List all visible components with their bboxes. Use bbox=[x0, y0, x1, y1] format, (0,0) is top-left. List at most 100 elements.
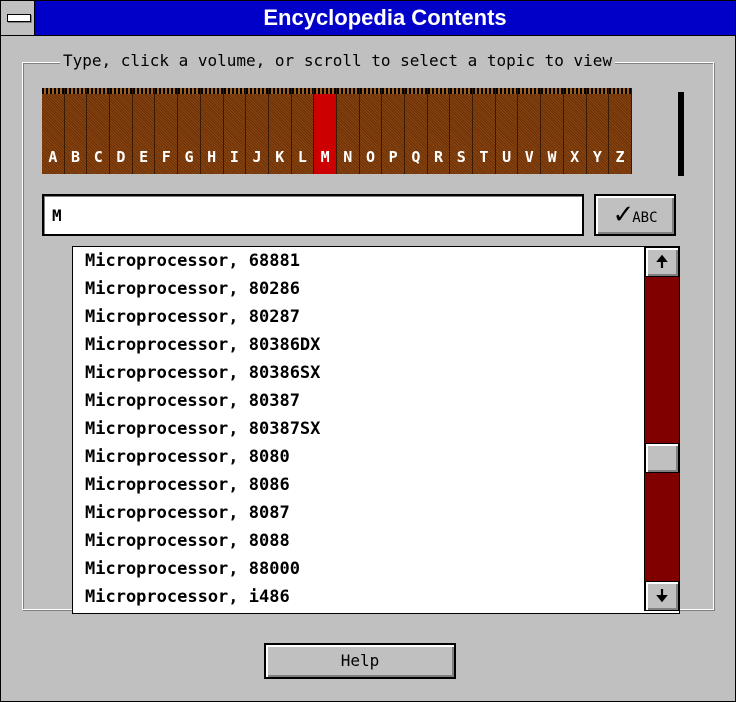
scroll-thumb[interactable] bbox=[645, 443, 679, 473]
volume-letter: R bbox=[434, 148, 444, 166]
volume-letter: W bbox=[547, 148, 557, 166]
volume-d[interactable]: D bbox=[110, 88, 133, 174]
spell-check-button[interactable]: ✓ ABC bbox=[594, 194, 676, 236]
list-item[interactable]: Microprocessor, 80387 bbox=[73, 387, 643, 415]
topic-search-input[interactable]: M bbox=[42, 194, 584, 236]
list-item[interactable]: Microprocessor, 88000 bbox=[73, 555, 643, 583]
volume-j[interactable]: J bbox=[246, 88, 269, 174]
volume-letter: I bbox=[229, 148, 239, 166]
volume-letter: N bbox=[343, 148, 353, 166]
title-bar[interactable]: Encyclopedia Contents bbox=[1, 1, 735, 36]
volume-g[interactable]: G bbox=[178, 88, 201, 174]
volume-x[interactable]: X bbox=[563, 88, 587, 174]
volume-letter: Y bbox=[592, 148, 602, 166]
volume-letter: K bbox=[275, 148, 285, 166]
volume-top-edge bbox=[223, 88, 246, 94]
list-item[interactable]: Microprocessor, 80287 bbox=[73, 303, 643, 331]
volume-v[interactable]: V bbox=[518, 88, 542, 174]
arrow-up-icon: 🠉 bbox=[655, 252, 669, 271]
volume-e[interactable]: E bbox=[132, 88, 156, 174]
volume-top-edge bbox=[518, 88, 541, 94]
volume-top-edge bbox=[314, 88, 336, 94]
volume-letter: U bbox=[502, 148, 512, 166]
volume-a[interactable]: A bbox=[42, 88, 65, 174]
volume-letter: S bbox=[456, 148, 466, 166]
list-item[interactable]: Microprocessor, i486 bbox=[73, 583, 643, 611]
volume-letter: X bbox=[570, 148, 580, 166]
volume-letter: O bbox=[365, 148, 375, 166]
arrow-down-icon: 🠋 bbox=[655, 586, 669, 605]
list-item[interactable]: Microprocessor, 80387SX bbox=[73, 415, 643, 443]
volume-letter: C bbox=[93, 148, 103, 166]
system-menu-icon bbox=[7, 14, 31, 22]
volume-t[interactable]: T bbox=[473, 88, 496, 174]
volume-b[interactable]: B bbox=[64, 88, 88, 174]
volume-w[interactable]: W bbox=[541, 88, 564, 174]
volume-top-edge bbox=[563, 88, 586, 94]
volume-top-edge bbox=[450, 88, 473, 94]
vertical-scrollbar[interactable]: 🠉 🠋 bbox=[644, 247, 679, 611]
volume-n[interactable]: N bbox=[336, 88, 360, 174]
volume-top-edge bbox=[359, 88, 382, 94]
volume-letter: M bbox=[320, 148, 330, 166]
list-item[interactable]: Microprocessor, 8088 bbox=[73, 527, 643, 555]
volume-u[interactable]: U bbox=[495, 88, 519, 174]
volume-top-edge bbox=[291, 88, 314, 94]
volume-letter: J bbox=[252, 148, 262, 166]
volume-h[interactable]: H bbox=[200, 88, 224, 174]
list-item[interactable]: Microprocessor, 8086 bbox=[73, 471, 643, 499]
list-item[interactable]: Microprocessor, 80386SX bbox=[73, 359, 643, 387]
volume-letter: B bbox=[71, 148, 81, 166]
volume-top-edge bbox=[132, 88, 155, 94]
volume-top-edge bbox=[405, 88, 427, 94]
instructions-label: Type, click a volume, or scroll to selec… bbox=[60, 50, 616, 72]
volume-l[interactable]: L bbox=[291, 88, 315, 174]
volume-top-edge bbox=[427, 88, 450, 94]
volume-top-edge bbox=[268, 88, 291, 94]
volume-q[interactable]: Q bbox=[405, 88, 428, 174]
volume-top-edge bbox=[609, 88, 631, 94]
volume-k[interactable]: K bbox=[268, 88, 292, 174]
volume-letter: G bbox=[184, 148, 194, 166]
volume-f[interactable]: F bbox=[155, 88, 179, 174]
volume-top-edge bbox=[200, 88, 223, 94]
volume-o[interactable]: O bbox=[359, 88, 383, 174]
volume-letter: L bbox=[297, 148, 307, 166]
volume-top-edge bbox=[586, 88, 609, 94]
list-item[interactable]: Microprocessor, 68881 bbox=[73, 247, 643, 275]
shelf-shadow bbox=[678, 92, 684, 176]
volume-top-edge bbox=[541, 88, 563, 94]
list-item[interactable]: Microprocessor, 80386DX bbox=[73, 331, 643, 359]
volume-letter: Q bbox=[411, 148, 421, 166]
checkmark-icon: ✓ bbox=[612, 200, 635, 230]
volume-top-edge bbox=[336, 88, 359, 94]
volume-c[interactable]: C bbox=[87, 88, 111, 174]
list-item[interactable]: Microprocessor, 8080 bbox=[73, 443, 643, 471]
volume-top-edge bbox=[495, 88, 518, 94]
scroll-down-button[interactable]: 🠋 bbox=[645, 581, 679, 611]
window-title: Encyclopedia Contents bbox=[263, 5, 507, 30]
volume-top-edge bbox=[382, 88, 404, 94]
system-menu-button[interactable] bbox=[1, 1, 35, 35]
volume-y[interactable]: Y bbox=[586, 88, 610, 174]
volume-z[interactable]: Z bbox=[609, 88, 632, 174]
list-item[interactable]: Microprocessor, 8087 bbox=[73, 499, 643, 527]
volume-i[interactable]: I bbox=[223, 88, 247, 174]
volume-p[interactable]: P bbox=[382, 88, 405, 174]
volume-top-edge bbox=[42, 88, 64, 94]
volume-top-edge bbox=[87, 88, 110, 94]
volume-s[interactable]: S bbox=[450, 88, 474, 174]
spell-check-label: ABC bbox=[632, 210, 658, 226]
list-item[interactable]: Microprocessor, 80286 bbox=[73, 275, 643, 303]
volume-m[interactable]: M bbox=[314, 88, 337, 174]
volume-top-edge bbox=[155, 88, 178, 94]
volume-top-edge bbox=[110, 88, 132, 94]
scroll-up-button[interactable]: 🠉 bbox=[645, 247, 679, 277]
topic-list[interactable]: Microprocessor, 68881 Microprocessor, 802… bbox=[72, 246, 680, 614]
volume-top-edge bbox=[178, 88, 200, 94]
topic-list-items: Microprocessor, 68881 Microprocessor, 802… bbox=[73, 247, 643, 611]
help-button[interactable]: Help bbox=[264, 643, 456, 679]
volume-top-edge bbox=[473, 88, 495, 94]
volume-letter: V bbox=[524, 148, 534, 166]
volume-r[interactable]: R bbox=[427, 88, 451, 174]
